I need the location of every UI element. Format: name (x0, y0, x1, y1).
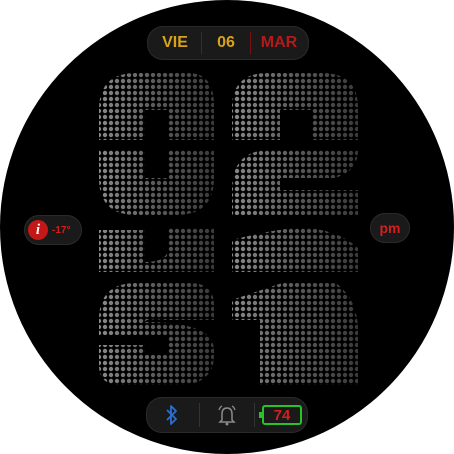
bluetooth-icon (166, 405, 177, 425)
weekday-label: VIE (162, 34, 188, 51)
battery-level: 74 (273, 406, 291, 424)
minute-digit-3-top (99, 228, 214, 272)
status-separator (254, 403, 255, 427)
minute-digit-1-bottom (232, 283, 358, 385)
month-label: MAR (260, 34, 298, 51)
info-icon: i (28, 220, 48, 240)
minute-digit-3-bottom (99, 283, 214, 385)
watch-face: VIE 06 MAR i -17° pm 74 (0, 0, 454, 454)
battery-status: 74 (257, 405, 307, 425)
bluetooth-status (147, 404, 197, 426)
day-number: 06 (217, 34, 235, 51)
hour-digit-2-bottom (232, 150, 358, 215)
hour-digit-0-top (99, 73, 214, 140)
hour-digit-2-top (232, 73, 358, 140)
alarm-icon (218, 405, 236, 426)
hour-digit-0-bottom (99, 150, 214, 215)
battery-icon: 74 (259, 405, 302, 425)
minute-digit-1-top (232, 227, 358, 272)
date-pill[interactable]: VIE 06 MAR (147, 26, 309, 60)
status-separator (199, 403, 200, 427)
ampm-indicator: pm (370, 213, 410, 243)
status-bar[interactable]: 74 (146, 397, 308, 433)
alarm-status[interactable] (202, 404, 252, 426)
temperature: -17° (52, 224, 71, 236)
ampm-label: pm (379, 220, 401, 236)
weather-complication[interactable]: i -17° (24, 215, 82, 245)
